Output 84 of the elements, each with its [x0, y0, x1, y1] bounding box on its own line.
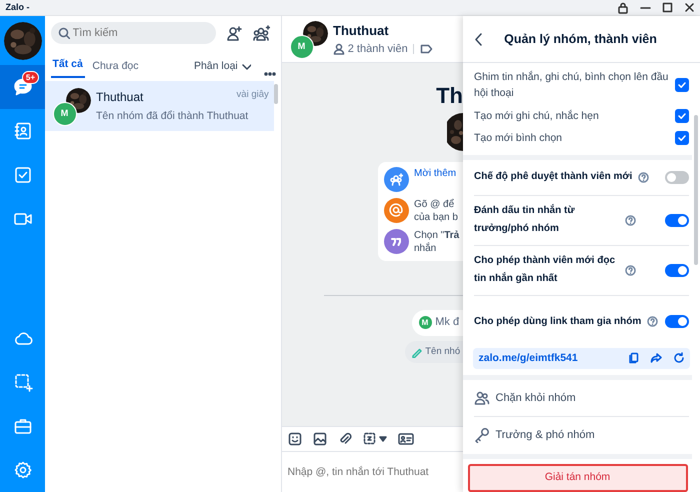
permission-label: Tạo mới bình chọn [474, 130, 564, 146]
toggle-switch[interactable] [665, 264, 690, 277]
back-button[interactable] [474, 32, 483, 46]
refresh-icon[interactable] [672, 352, 684, 364]
checkbox[interactable] [675, 78, 690, 92]
tab[interactable]: Tất cả [50, 54, 85, 78]
conversation-name: Thuthuat [96, 88, 144, 106]
sticker-icon [288, 432, 302, 446]
help-icon[interactable] [625, 264, 636, 276]
copy-icon[interactable] [628, 352, 638, 364]
notification-badge: 5+ [22, 71, 39, 84]
contact-card-icon [398, 432, 414, 446]
group-name: Thuthuat [333, 22, 390, 40]
paperclip-icon [338, 432, 352, 446]
conversation-item[interactable]: M Thuthuat vài giây Tên nhóm đã đổi thành Thuthuat [45, 81, 274, 131]
help-icon[interactable] [647, 316, 658, 328]
image-icon [312, 432, 326, 446]
message-input[interactable]: Nhập @, tin nhắn tới Thuthuat [282, 451, 463, 492]
toggle-switch[interactable] [665, 315, 690, 328]
pencil-icon [410, 346, 422, 358]
menu-item[interactable]: Trưởng & phó nhóm [474, 416, 690, 454]
help-icon[interactable] [625, 214, 636, 226]
checkbox[interactable] [675, 131, 690, 146]
conversation-title: Th [436, 85, 463, 107]
person-icon [333, 42, 345, 55]
toggle-switch[interactable] [665, 170, 690, 184]
search-field[interactable]: Tìm kiếm [50, 22, 216, 44]
tip-text: Gõ @ để của bạn b [414, 198, 458, 224]
avatar-initial: M [418, 315, 432, 330]
avatar-initial: M [52, 102, 76, 126]
setting-label: Đánh dấu tin nhắn từ trưởng/phó nhóm [474, 203, 576, 236]
add-group-icon[interactable] [253, 24, 270, 40]
checkmark-icon [677, 80, 688, 90]
search-icon [58, 26, 70, 38]
checkbox-icon [12, 165, 32, 185]
timestamp: vài giây [236, 88, 269, 102]
nav-button[interactable]: 5+ [0, 65, 45, 109]
checkmark-icon [677, 133, 688, 144]
checkbox[interactable] [675, 108, 690, 123]
quote-icon [384, 229, 408, 254]
back-icon [474, 32, 483, 46]
toolbar-button[interactable] [288, 432, 302, 446]
tag-icon[interactable] [420, 42, 433, 55]
invite-icon [384, 167, 408, 192]
system-notice: Tên nhó [405, 341, 463, 363]
mention-icon [384, 198, 408, 222]
lock-icon[interactable] [616, 2, 628, 14]
maximize-icon[interactable] [662, 2, 672, 13]
menu-item[interactable]: Chặn khỏi nhóm [474, 380, 690, 417]
filter-dropdown[interactable]: Phân loại [192, 56, 252, 78]
tip-text: Chọn "Trả nhắn [414, 229, 460, 255]
key-icon [474, 427, 490, 444]
message-preview: Tên nhóm đã đổi thành Thuthuat [96, 108, 250, 124]
message-bubble: M Mk đ [412, 310, 463, 336]
checkmark-icon [677, 110, 688, 121]
toolbar-button[interactable] [338, 432, 352, 446]
member-count: 2 thành viên [348, 42, 408, 56]
setting-label: Cho phép dùng link tham gia nhóm [474, 314, 642, 329]
toolbar-button[interactable] [312, 432, 326, 446]
block-members-icon [474, 390, 490, 406]
window-title: Zalo - [6, 0, 30, 14]
contacts-icon [12, 121, 32, 141]
share-icon[interactable] [650, 352, 662, 364]
permission-label: Ghim tin nhắn, ghi chú, bình chọn lên đầu hội thoại [474, 70, 670, 102]
avatar-initial: M [290, 35, 314, 59]
toolbar-button[interactable] [362, 432, 388, 446]
help-icon[interactable] [638, 172, 650, 183]
tip-text[interactable]: Mời thêm [414, 167, 456, 180]
disband-group-button[interactable]: Giải tán nhóm [468, 464, 688, 492]
panel-title: Quản lý nhóm, thành viên [503, 30, 658, 48]
settings-icon [12, 460, 32, 480]
add-friend-icon[interactable] [226, 24, 242, 40]
tab[interactable]: Chưa đọc [90, 56, 140, 78]
screenshot-icon [362, 432, 376, 446]
permission-label: Tạo mới ghi chú, nhắc hẹn [474, 108, 600, 124]
toggle-switch[interactable] [665, 214, 690, 227]
more-icon [264, 72, 276, 76]
more-button[interactable] [264, 72, 276, 76]
caret-icon [379, 435, 388, 443]
close-icon[interactable] [684, 2, 694, 13]
setting-label: Chế độ phê duyệt thành viên mới [474, 170, 632, 184]
screenshot-icon [12, 372, 32, 392]
setting-label: Cho phép thành viên mới đọc tin nhắn gần nhất [474, 254, 616, 286]
toolbar-button[interactable] [398, 432, 414, 446]
